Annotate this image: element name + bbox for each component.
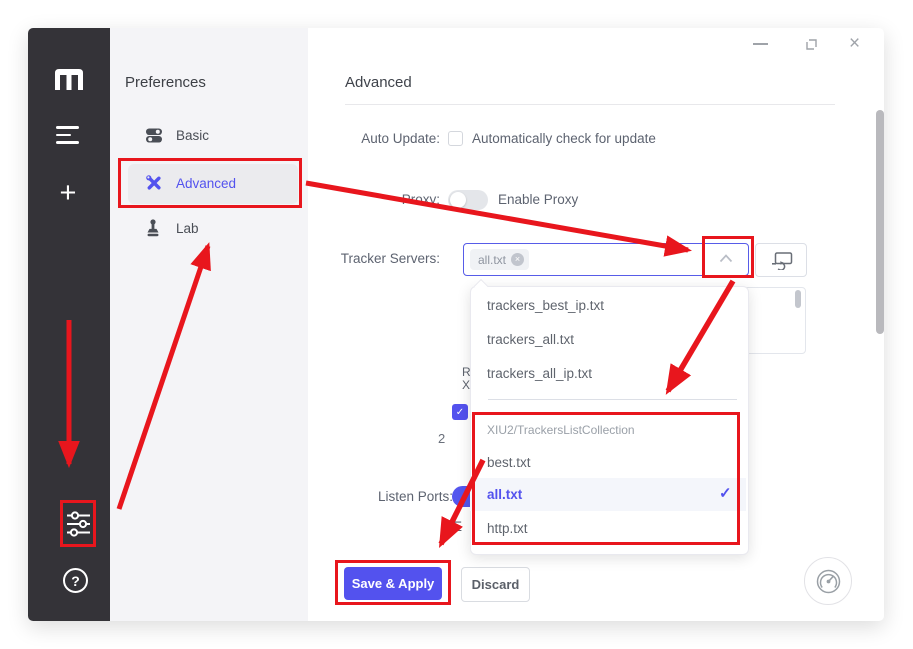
maximize-button[interactable]	[805, 38, 818, 51]
motrix-logo	[55, 69, 83, 90]
toggle-knob	[450, 192, 466, 208]
preferences-panel	[110, 28, 308, 621]
speedometer-icon	[816, 569, 840, 593]
textarea-scrollbar[interactable]	[795, 290, 801, 308]
toggles-icon	[146, 128, 162, 143]
dropdown-item[interactable]: trackers_all.txt	[487, 332, 574, 347]
hidden-checkbox-checked[interactable]: ✓	[452, 404, 468, 420]
annotation-box-save-button	[335, 560, 451, 605]
dropdown-group-divider	[488, 399, 737, 400]
sidebar-item-basic[interactable]: Basic	[145, 126, 209, 144]
add-task-icon[interactable]: +	[56, 177, 80, 209]
help-icon[interactable]: ?	[63, 568, 88, 593]
screenshot-root: × + ? Preferences Basic Advanced Lab Adv…	[0, 0, 913, 649]
listen-ports-label: Listen Ports:	[377, 489, 453, 504]
sync-screen-icon	[772, 252, 793, 270]
sync-trackers-button[interactable]	[755, 243, 807, 277]
auto-update-label: Auto Update:	[361, 131, 440, 146]
tracker-tag: all.txt ×	[470, 249, 530, 270]
close-button[interactable]: ×	[849, 33, 860, 55]
dropdown-item[interactable]: trackers_all_ip.txt	[487, 366, 592, 381]
proxy-label: Proxy:	[401, 192, 440, 207]
annotation-box-tracker-group	[472, 412, 740, 545]
annotation-box-settings-icon	[60, 500, 96, 547]
minimize-button[interactable]	[753, 43, 768, 45]
dropdown-item[interactable]: trackers_best_ip.txt	[487, 298, 604, 313]
annotation-box-advanced-tab	[118, 158, 302, 208]
discard-button[interactable]: Discard	[461, 567, 530, 602]
auto-update-checkbox-label[interactable]: Automatically check for update	[472, 131, 656, 146]
sidebar-item-label: Basic	[176, 127, 210, 143]
sidebar-item-lab[interactable]: Lab	[145, 219, 199, 237]
tag-remove-icon[interactable]: ×	[511, 253, 525, 266]
auto-update-checkbox[interactable]	[448, 131, 463, 146]
proxy-toggle[interactable]	[448, 190, 488, 210]
tracker-servers-label: Tracker Servers:	[340, 251, 440, 266]
lab-stamp-icon	[147, 219, 159, 237]
tracker-tag-label: all.txt	[478, 252, 507, 267]
clipped-label-e: E	[453, 519, 463, 534]
page-title: Advanced	[345, 74, 412, 91]
window-scrollbar[interactable]	[876, 110, 884, 334]
task-list-icon[interactable]	[56, 126, 79, 144]
sidebar-item-label: Lab	[176, 220, 199, 236]
annotation-box-chevron	[702, 236, 754, 278]
speed-limit-button[interactable]	[804, 557, 852, 605]
proxy-toggle-label: Enable Proxy	[498, 192, 579, 207]
preferences-title: Preferences	[125, 74, 206, 91]
clipped-timestamp: 2	[438, 431, 446, 446]
title-divider	[345, 104, 835, 105]
